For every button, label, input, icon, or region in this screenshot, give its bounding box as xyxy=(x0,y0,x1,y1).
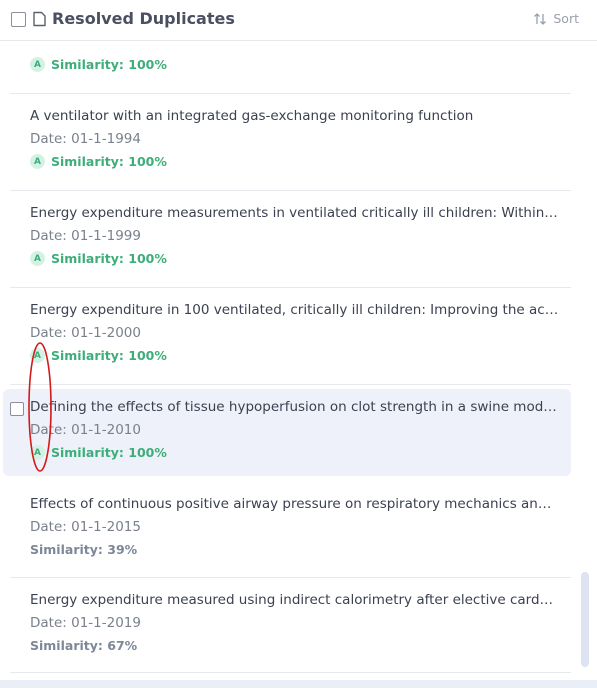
item-date: Date: 01-1-2015 xyxy=(30,519,141,535)
similarity-label: Similarity: 67% xyxy=(30,638,138,653)
item-date: Date: 01-1-2019 xyxy=(30,615,141,631)
author-badge: A xyxy=(30,57,45,72)
similarity-row: A Similarity: 100% xyxy=(30,348,167,363)
resolved-duplicates-panel: Resolved Duplicates Sort A Similarity: 1… xyxy=(0,0,597,688)
document-icon xyxy=(33,11,46,27)
scrollbar-thumb[interactable] xyxy=(581,572,589,667)
panel-header: Resolved Duplicates Sort xyxy=(0,0,597,41)
similarity-row: A Similarity: 100% xyxy=(30,154,167,169)
author-badge: A xyxy=(30,154,45,169)
similarity-label: Similarity: 100% xyxy=(51,251,167,266)
similarity-label: Similarity: 39% xyxy=(30,542,138,557)
similarity-row: Similarity: 67% xyxy=(30,638,137,653)
similarity-row: Similarity: 39% xyxy=(30,542,137,557)
list-item[interactable]: A ventilator with an integrated gas-exch… xyxy=(10,94,571,191)
sort-button[interactable]: Sort xyxy=(533,11,579,26)
similarity-label: Similarity: 100% xyxy=(51,57,167,72)
list-item[interactable]: Energy expenditure measured using indire… xyxy=(10,578,571,673)
similarity-row: A Similarity: 100% xyxy=(30,445,167,460)
author-badge: A xyxy=(30,348,45,363)
item-title: Energy expenditure measured using indire… xyxy=(30,592,554,608)
item-title: Energy expenditure in 100 ventilated, cr… xyxy=(30,302,565,318)
row-checkbox[interactable] xyxy=(10,402,24,416)
item-title: Effects of continuous positive airway pr… xyxy=(30,496,552,512)
panel-title: Resolved Duplicates xyxy=(52,9,235,28)
sort-label: Sort xyxy=(553,11,579,26)
item-date: Date: 01-1-2010 xyxy=(30,422,141,438)
sort-icon xyxy=(534,12,547,25)
list-item-hovered[interactable]: Defining the effects of tissue hypoperfu… xyxy=(3,389,571,476)
select-all-checkbox[interactable] xyxy=(11,12,26,27)
item-title: Defining the effects of tissue hypoperfu… xyxy=(30,399,557,415)
list-item[interactable]: Effects of continuous positive airway pr… xyxy=(10,482,571,578)
list-item[interactable]: Energy expenditure in 100 ventilated, cr… xyxy=(10,288,571,385)
item-date: Date: 01-1-2000 xyxy=(30,325,141,341)
similarity-row: A Similarity: 100% xyxy=(30,251,167,266)
item-title: Energy expenditure measurements in venti… xyxy=(30,205,558,221)
item-title: A ventilator with an integrated gas-exch… xyxy=(30,108,474,124)
panel-bottom-border xyxy=(0,680,597,688)
author-badge: A xyxy=(30,251,45,266)
duplicates-list: A Similarity: 100% A ventilator with an … xyxy=(0,41,597,681)
similarity-label: Similarity: 100% xyxy=(51,445,167,460)
item-date: Date: 01-1-1994 xyxy=(30,131,141,147)
item-date: Date: 01-1-1999 xyxy=(30,228,141,244)
similarity-row: A Similarity: 100% xyxy=(30,57,167,72)
similarity-label: Similarity: 100% xyxy=(51,154,167,169)
author-badge: A xyxy=(30,445,45,460)
list-item[interactable]: Energy expenditure measurements in venti… xyxy=(10,191,571,288)
list-item[interactable]: A Similarity: 100% xyxy=(10,41,571,94)
similarity-label: Similarity: 100% xyxy=(51,348,167,363)
